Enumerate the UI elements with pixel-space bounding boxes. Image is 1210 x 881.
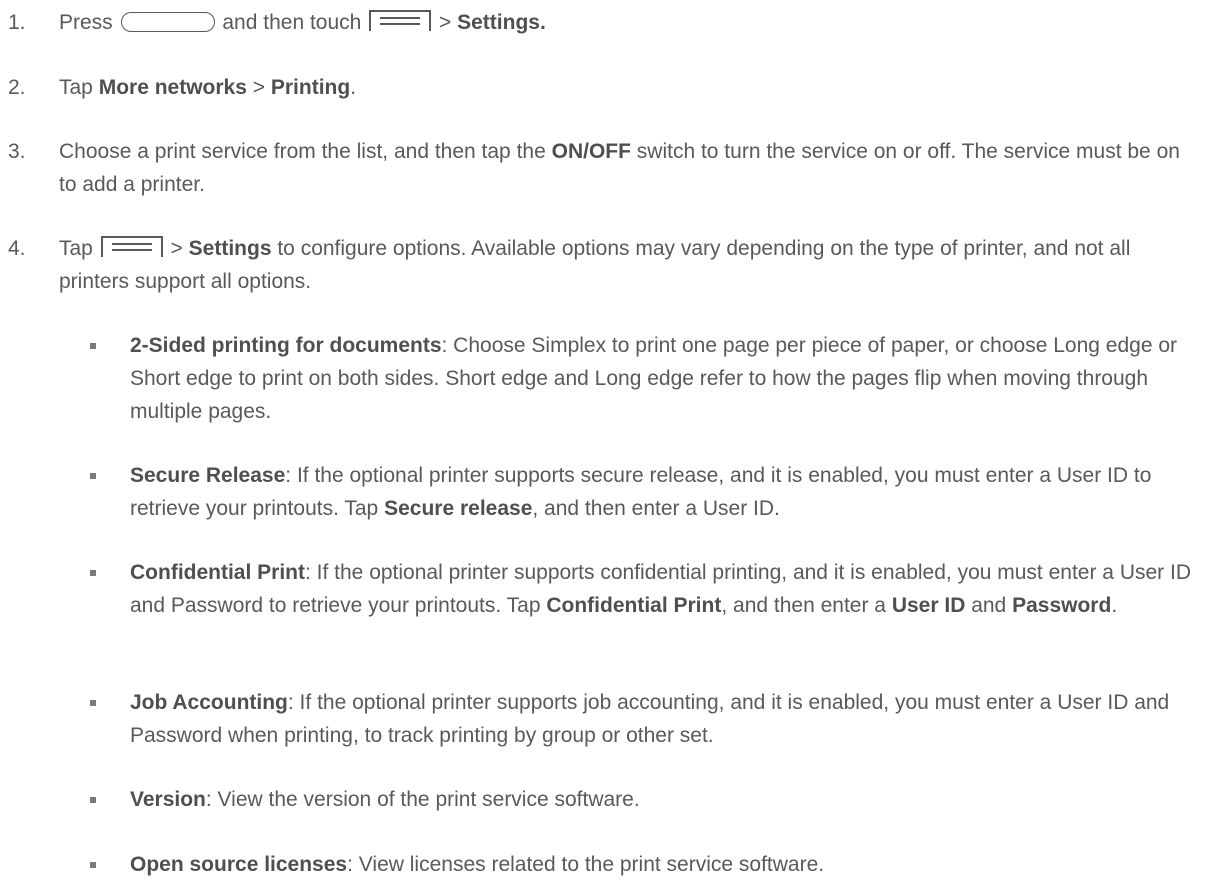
step-number: 1.	[8, 11, 26, 34]
bullet-icon	[90, 700, 96, 706]
bullet-icon	[90, 862, 96, 868]
menu-key-icon	[100, 236, 163, 257]
option-text: Secure Release: If the optional printer …	[130, 464, 1152, 520]
option-text: Open source licenses: View licenses rela…	[130, 853, 825, 876]
bullet-icon	[90, 473, 96, 479]
option-text: Version: View the version of the print s…	[130, 788, 640, 811]
step-text: Press and then touch > Settings.	[59, 10, 546, 34]
step-number: 2.	[8, 76, 26, 99]
bullet-icon	[90, 343, 96, 349]
step-text: Tap More networks > Printing.	[59, 76, 357, 99]
step-number: 4.	[8, 237, 26, 260]
step-text: Choose a print service from the list, an…	[59, 140, 1180, 196]
step-number: 3.	[8, 140, 26, 163]
step-text: Tap > Settings to configure options. Ava…	[59, 236, 1131, 293]
option-text: Confidential Print: If the optional prin…	[130, 561, 1191, 617]
option-text: 2-Sided printing for documents: Choose S…	[130, 334, 1178, 423]
menu-key-icon	[369, 10, 432, 31]
option-text: Job Accounting: If the optional printer …	[130, 691, 1170, 747]
home-key-icon	[120, 12, 215, 32]
bullet-icon	[90, 570, 96, 576]
bullet-icon	[90, 797, 96, 803]
